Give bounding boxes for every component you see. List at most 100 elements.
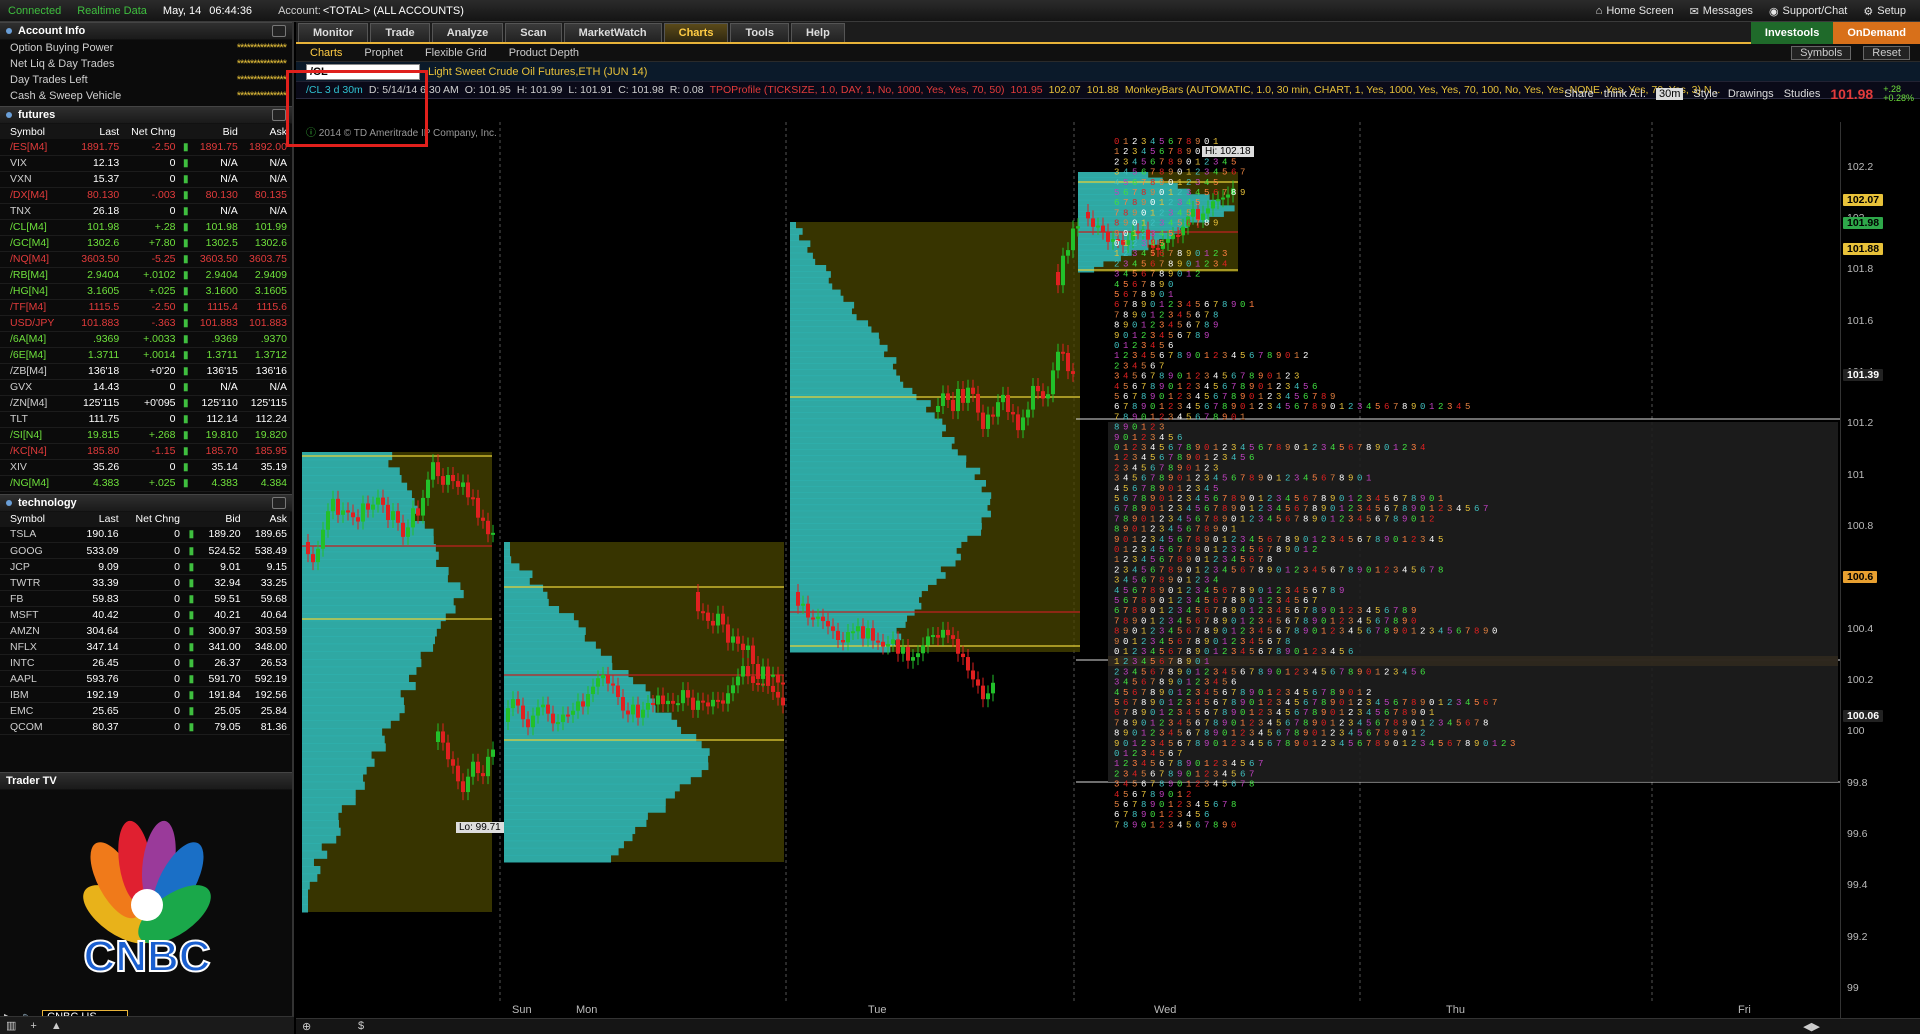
price-chart[interactable]: 0123456789011234567890123452345678901234… [296,122,1840,1018]
tab-analyze[interactable]: Analyze [432,23,504,42]
table-row[interactable]: /ES[M4] 1891.75 -2.50 ▮ 1891.75 1892.00 [0,139,290,155]
add-icon[interactable]: + [30,1020,36,1032]
table-row[interactable]: NFLX 347.14 0 ▮ 341.00 348.00 [0,639,290,655]
table-row[interactable]: TSLA 190.16 0 ▮ 189.20 189.65 [0,527,290,543]
column-header[interactable]: Last [64,124,122,139]
subtab-prophet[interactable]: Prophet [364,47,403,59]
table-row[interactable]: TNX 26.18 0 ▮ N/A N/A [0,203,290,219]
toolbar-drawings[interactable]: Drawings [1728,88,1774,100]
table-row[interactable]: /ZB[M4] 136'18 +0'20 ▮ 136'15 136'16 [0,363,290,379]
table-row[interactable]: /NQ[M4] 3603.50 -5.25 ▮ 3603.50 3603.75 [0,251,290,267]
table-row[interactable]: AMZN 304.64 0 ▮ 300.97 303.59 [0,623,290,639]
symbols-button[interactable]: Symbols [1791,46,1851,60]
table-row[interactable]: VXN 15.37 0 ▮ N/A N/A [0,171,290,187]
menu-icon[interactable] [272,497,286,509]
setup-link[interactable]: ⚙ Setup [1863,5,1906,18]
scroll-right-icon[interactable]: ◀▶ [1803,1020,1820,1033]
table-row[interactable]: XIV 35.26 0 ▮ 35.14 35.19 [0,459,290,475]
table-row[interactable]: /RB[M4] 2.9404 +.0102 ▮ 2.9404 2.9409 [0,267,290,283]
column-header[interactable]: Symbol [0,512,58,527]
table-row[interactable]: /ZN[M4] 125'115 +0'095 ▮ 125'110 125'115 [0,395,290,411]
tab-trade[interactable]: Trade [370,23,429,42]
table-cell: 2.9404 [192,267,241,283]
table-row[interactable]: GVX 14.43 0 ▮ N/A N/A [0,379,290,395]
zoom-icon[interactable]: ⊕ [302,1020,311,1033]
tab-monitor[interactable]: Monitor [298,23,368,42]
column-header[interactable]: Symbol [0,124,64,139]
tab-investools[interactable]: Investools [1751,22,1833,44]
account-info-header[interactable]: Account Info [0,22,292,40]
table-row[interactable]: /GC[M4] 1302.6 +7.80 ▮ 1302.5 1302.6 [0,235,290,251]
subtab-charts[interactable]: Charts [310,47,342,59]
subtab-product-depth[interactable]: Product Depth [509,47,579,59]
futures-watchlist-header[interactable]: futures [0,106,292,124]
column-header[interactable]: Net Chng [122,512,183,527]
toolbar-studies[interactable]: Studies [1784,88,1821,100]
account-selector[interactable]: <TOTAL> (ALL ACCOUNTS) [323,5,472,17]
table-row[interactable]: /KC[N4] 185.80 -1.15 ▮ 185.70 185.95 [0,443,290,459]
table-row[interactable]: /6A[M4] .9369 +.0033 ▮ .9369.9370 [0,331,290,347]
column-header[interactable]: Net Chng [122,124,178,139]
home-screen-link[interactable]: ⌂ Home Screen [1596,5,1674,17]
dollar-icon[interactable]: $ [358,1020,364,1032]
table-row[interactable]: GOOG 533.09 0 ▮ 524.52 538.49 [0,543,290,559]
column-header[interactable]: Ask [241,124,290,139]
table-row[interactable]: EMC 25.65 0 ▮ 25.05 25.84 [0,703,290,719]
column-header[interactable] [179,124,192,139]
table-row[interactable]: INTC 26.45 0 ▮ 26.37 26.53 [0,655,290,671]
menu-icon[interactable] [272,109,286,121]
table-row[interactable]: TLT 111.75 0 ▮ 112.14 112.24 [0,411,290,427]
reset-button[interactable]: Reset [1863,46,1910,60]
price-axis[interactable]: 102.2102101.8101.6101.4101.2101100.8100.… [1840,122,1920,1018]
tab-scan[interactable]: Scan [505,23,561,42]
table-row[interactable]: /NG[M4] 4.383 +.025 ▮ 4.383 4.384 [0,475,290,491]
table-cell: 35.26 [64,459,122,475]
table-row[interactable]: TWTR 33.39 0 ▮ 32.94 33.25 [0,575,290,591]
tpo-letter: 9 [1231,504,1236,514]
table-row[interactable]: MSFT 40.42 0 ▮ 40.21 40.64 [0,607,290,623]
toolbar-30m[interactable]: 30m [1656,88,1683,100]
table-row[interactable]: /CL[M4] 101.98 +.28 ▮ 101.98 101.99 [0,219,290,235]
trader-tv-video[interactable]: CNBC [0,805,294,1005]
tab-help[interactable]: Help [791,23,845,42]
toolbar-think-a-i-[interactable]: think A.I. [1604,88,1646,100]
scroll-up-icon[interactable]: ▲ [51,1020,62,1032]
symbol-input[interactable]: /CL [306,64,420,80]
tpo-bar [302,705,405,713]
messages-link[interactable]: ✉ Messages [1690,5,1753,18]
tab-charts[interactable]: Charts [664,23,729,42]
tpo-study-label[interactable]: TPOProfile (TICKSIZE, 1.0, DAY, 1, No, 1… [710,84,1005,96]
info-icon[interactable]: ⓘ [306,128,316,139]
tpo-letter: 7 [1312,698,1317,708]
table-row[interactable]: /TF[M4] 1115.5 -2.50 ▮ 1115.4 1115.6 [0,299,290,315]
table-row[interactable]: /SI[N4] 19.815 +.268 ▮ 19.810 19.820 [0,427,290,443]
table-row[interactable]: /6E[M4] 1.3711 +.0014 ▮ 1.3711 1.3712 [0,347,290,363]
layout-icon[interactable]: ▥ [6,1019,16,1032]
column-header[interactable]: Bid [197,512,243,527]
column-header[interactable] [183,512,197,527]
column-header[interactable]: Last [58,512,121,527]
table-row[interactable]: VIX 12.13 0 ▮ N/A N/A [0,155,290,171]
tpo-letter: 8 [1177,249,1182,259]
toolbar-share[interactable]: Share [1564,88,1593,100]
table-row[interactable]: IBM 192.19 0 ▮ 191.84 192.56 [0,687,290,703]
table-row[interactable]: USD/JPY 101.883 -.363 ▮ 101.883 101.883 [0,315,290,331]
tab-marketwatch[interactable]: MarketWatch [564,23,662,42]
tpo-letter: 1 [1213,647,1218,657]
toolbar-style[interactable]: Style [1693,88,1717,100]
column-header[interactable]: Bid [192,124,241,139]
support-chat-link[interactable]: ◉ Support/Chat [1769,5,1847,18]
tab-ondemand[interactable]: OnDemand [1833,22,1920,44]
trader-tv-header[interactable]: Trader TV [0,772,292,790]
menu-icon[interactable] [272,25,286,37]
table-row[interactable]: JCP 9.09 0 ▮ 9.01 9.15 [0,559,290,575]
table-row[interactable]: /DX[M4] 80.130 -.003 ▮ 80.130 80.135 [0,187,290,203]
table-row[interactable]: AAPL 593.76 0 ▮ 591.70 592.19 [0,671,290,687]
tab-tools[interactable]: Tools [730,23,789,42]
subtab-flexible-grid[interactable]: Flexible Grid [425,47,487,59]
column-header[interactable]: Ask [244,512,290,527]
table-row[interactable]: QCOM 80.37 0 ▮ 79.05 81.36 [0,719,290,735]
technology-watchlist-header[interactable]: technology [0,494,292,512]
table-row[interactable]: /HG[N4] 3.1605 +.025 ▮ 3.1600 3.1605 [0,283,290,299]
table-row[interactable]: FB 59.83 0 ▮ 59.51 59.68 [0,591,290,607]
